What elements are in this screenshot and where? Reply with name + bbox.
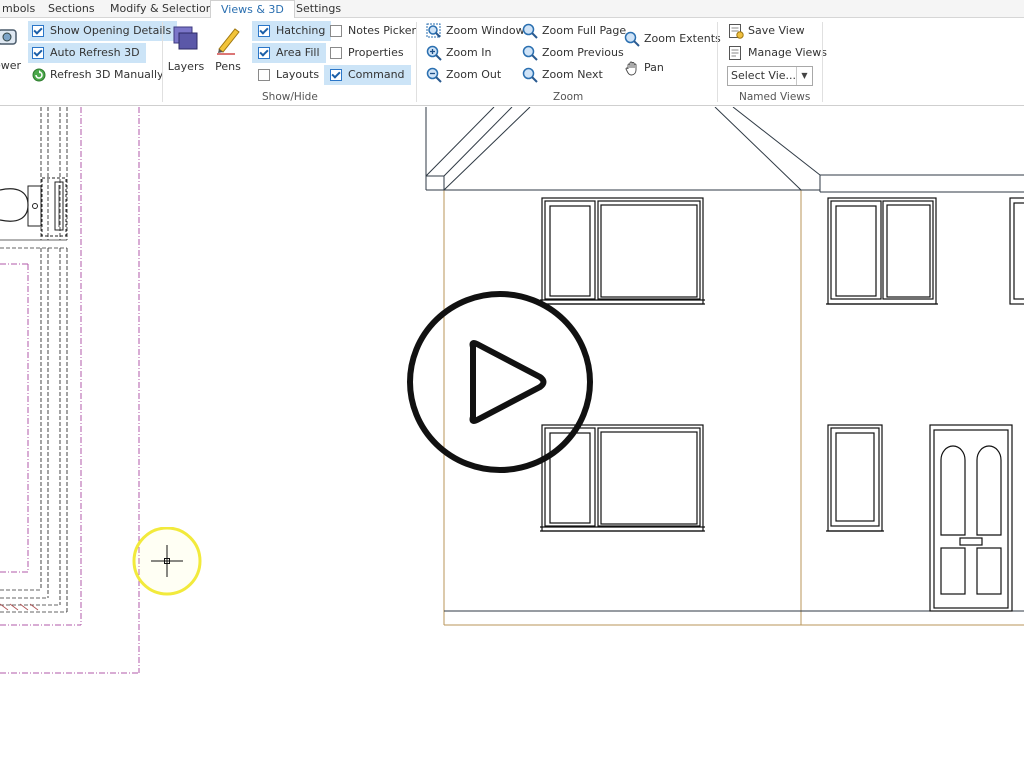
zoom-full-page-label: Zoom Full Page	[542, 24, 627, 37]
command-label: Command	[348, 68, 405, 81]
zoom-extents-icon	[624, 31, 640, 47]
zoom-window-icon	[426, 23, 441, 38]
zoom-in-label: Zoom In	[446, 46, 492, 59]
checkbox-unchecked-icon	[258, 69, 270, 81]
save-view-button[interactable]: Save View	[728, 21, 805, 41]
checkbox-unchecked-icon	[330, 47, 342, 59]
layouts-label: Layouts	[276, 68, 320, 81]
tab-views-3d[interactable]: Views & 3D	[210, 0, 295, 19]
zoom-previous-button[interactable]: Zoom Previous	[522, 43, 624, 63]
layers-label: Layers	[167, 60, 205, 73]
zoom-out-label: Zoom Out	[446, 68, 502, 81]
pen-icon	[217, 28, 240, 55]
checkbox-checked-icon	[32, 47, 44, 59]
tab-symbols[interactable]: mbols	[2, 0, 35, 18]
ribbon-separator	[162, 22, 163, 102]
zoom-window-button[interactable]: Zoom Window	[426, 21, 525, 41]
checkbox-checked-icon	[330, 69, 342, 81]
hatching-checkbox[interactable]: Hatching	[252, 21, 332, 41]
cad-application: mbols Sections Modify & Selection Views …	[0, 0, 1024, 768]
refresh-3d-manually-label: Refresh 3D Manually	[50, 68, 164, 81]
viewer-button[interactable]: ewer	[0, 26, 22, 72]
cursor-highlight	[132, 527, 202, 596]
notes-picker-label: Notes Picker	[348, 24, 417, 37]
zoom-out-icon	[426, 67, 442, 83]
select-view-value: Select Vie...	[731, 69, 797, 82]
zoom-window-label: Zoom Window	[446, 24, 525, 37]
ribbon-separator	[416, 22, 417, 102]
hatching-label: Hatching	[276, 24, 326, 37]
zoom-extents-label: Zoom Extents	[644, 32, 721, 45]
ribbon-panel: ewer Show Opening Details Auto Refresh 3…	[0, 18, 1024, 106]
show-hide-group-label: Show/Hide	[262, 91, 318, 103]
checkbox-checked-icon	[258, 25, 270, 37]
checkbox-unchecked-icon	[330, 25, 342, 37]
manage-views-icon	[729, 46, 741, 60]
show-opening-details-label: Show Opening Details	[50, 24, 172, 37]
notes-picker-checkbox[interactable]: Notes Picker	[330, 21, 416, 41]
area-fill-label: Area Fill	[276, 46, 320, 59]
video-play-button[interactable]	[405, 289, 595, 475]
refresh-icon	[32, 68, 46, 82]
pan-hand-icon	[625, 61, 637, 76]
viewer-label: ewer	[0, 59, 22, 72]
zoom-in-button[interactable]: Zoom In	[426, 43, 491, 63]
pens-label: Pens	[215, 60, 241, 73]
tab-settings[interactable]: Settings	[296, 0, 341, 18]
zoom-group-label: Zoom	[553, 91, 584, 103]
refresh-3d-manually-button[interactable]: Refresh 3D Manually	[32, 65, 164, 85]
zoom-full-page-button[interactable]: Zoom Full Page	[522, 21, 626, 41]
properties-label: Properties	[348, 46, 404, 59]
command-checkbox[interactable]: Command	[324, 65, 411, 85]
floor-plan-fragment	[0, 107, 140, 674]
layers-button[interactable]: Layers	[166, 23, 206, 73]
pan-label: Pan	[644, 61, 664, 74]
tab-sections[interactable]: Sections	[48, 0, 95, 18]
zoom-full-page-icon	[522, 23, 538, 39]
tab-modify-selection[interactable]: Modify & Selection	[110, 0, 213, 18]
zoom-previous-label: Zoom Previous	[542, 46, 624, 59]
select-view-dropdown[interactable]: Select Vie... ▼	[727, 66, 813, 86]
zoom-previous-icon	[522, 45, 538, 61]
save-view-icon	[729, 24, 744, 39]
zoom-in-icon	[426, 45, 442, 61]
layouts-checkbox[interactable]: Layouts	[258, 65, 319, 85]
auto-refresh-3d-checkbox[interactable]: Auto Refresh 3D	[28, 43, 146, 63]
zoom-next-label: Zoom Next	[542, 68, 603, 81]
viewer-icon	[0, 29, 17, 45]
named-views-group-label: Named Views	[739, 91, 811, 103]
zoom-next-icon	[522, 67, 538, 83]
show-opening-details-checkbox[interactable]: Show Opening Details	[28, 21, 178, 41]
pens-button[interactable]: Pens	[210, 23, 246, 73]
zoom-out-button[interactable]: Zoom Out	[426, 65, 501, 85]
play-icon	[469, 340, 547, 424]
properties-checkbox[interactable]: Properties	[330, 43, 404, 63]
checkbox-checked-icon	[32, 25, 44, 37]
ribbon-separator	[822, 22, 823, 102]
pan-button[interactable]: Pan	[624, 58, 664, 78]
manage-views-label: Manage Views	[748, 46, 828, 59]
ribbon-separator	[717, 22, 718, 102]
chevron-down-icon: ▼	[796, 67, 812, 85]
area-fill-checkbox[interactable]: Area Fill	[252, 43, 326, 63]
auto-refresh-3d-label: Auto Refresh 3D	[50, 46, 140, 59]
layers-icon	[173, 26, 198, 50]
zoom-next-button[interactable]: Zoom Next	[522, 65, 603, 85]
zoom-extents-button[interactable]: Zoom Extents	[624, 29, 721, 49]
save-view-label: Save View	[748, 24, 805, 37]
manage-views-button[interactable]: Manage Views	[728, 43, 827, 63]
checkbox-checked-icon	[258, 47, 270, 59]
ribbon-tab-bar: mbols Sections Modify & Selection Views …	[0, 0, 1024, 19]
